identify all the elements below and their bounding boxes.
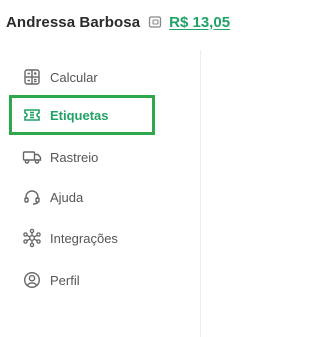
sidebar-divider: [200, 50, 201, 337]
sidebar-item-label: Integrações: [50, 230, 118, 246]
user-circle-icon: [22, 270, 42, 290]
sidebar-item-perfil[interactable]: Perfil: [12, 263, 154, 297]
headset-icon: [22, 187, 42, 207]
sidebar-item-etiquetas[interactable]: Etiquetas: [9, 95, 155, 135]
sidebar-item-label: Etiquetas: [50, 107, 109, 123]
network-icon: [22, 228, 42, 248]
sidebar-item-label: Perfil: [50, 272, 80, 288]
balance-link[interactable]: R$ 13,05: [169, 14, 230, 31]
account-header: Andressa Barbosa R$ 13,05: [6, 10, 230, 34]
sidebar-item-calcular[interactable]: Calcular: [12, 60, 154, 94]
user-name: Andressa Barbosa: [6, 13, 141, 31]
sidebar-item-label: Ajuda: [50, 189, 84, 205]
sidebar-item-ajuda[interactable]: Ajuda: [12, 180, 154, 214]
sidebar-item-label: Calcular: [50, 69, 98, 85]
sidebar-item-label: Rastreio: [50, 149, 99, 165]
truck-icon: [22, 147, 42, 167]
wallet-icon: [148, 15, 162, 29]
sidebar-item-rastreio[interactable]: Rastreio: [12, 140, 154, 174]
calculator-icon: [22, 67, 42, 87]
sidebar-item-integracoes[interactable]: Integrações: [12, 221, 154, 255]
ticket-icon: [22, 105, 42, 125]
